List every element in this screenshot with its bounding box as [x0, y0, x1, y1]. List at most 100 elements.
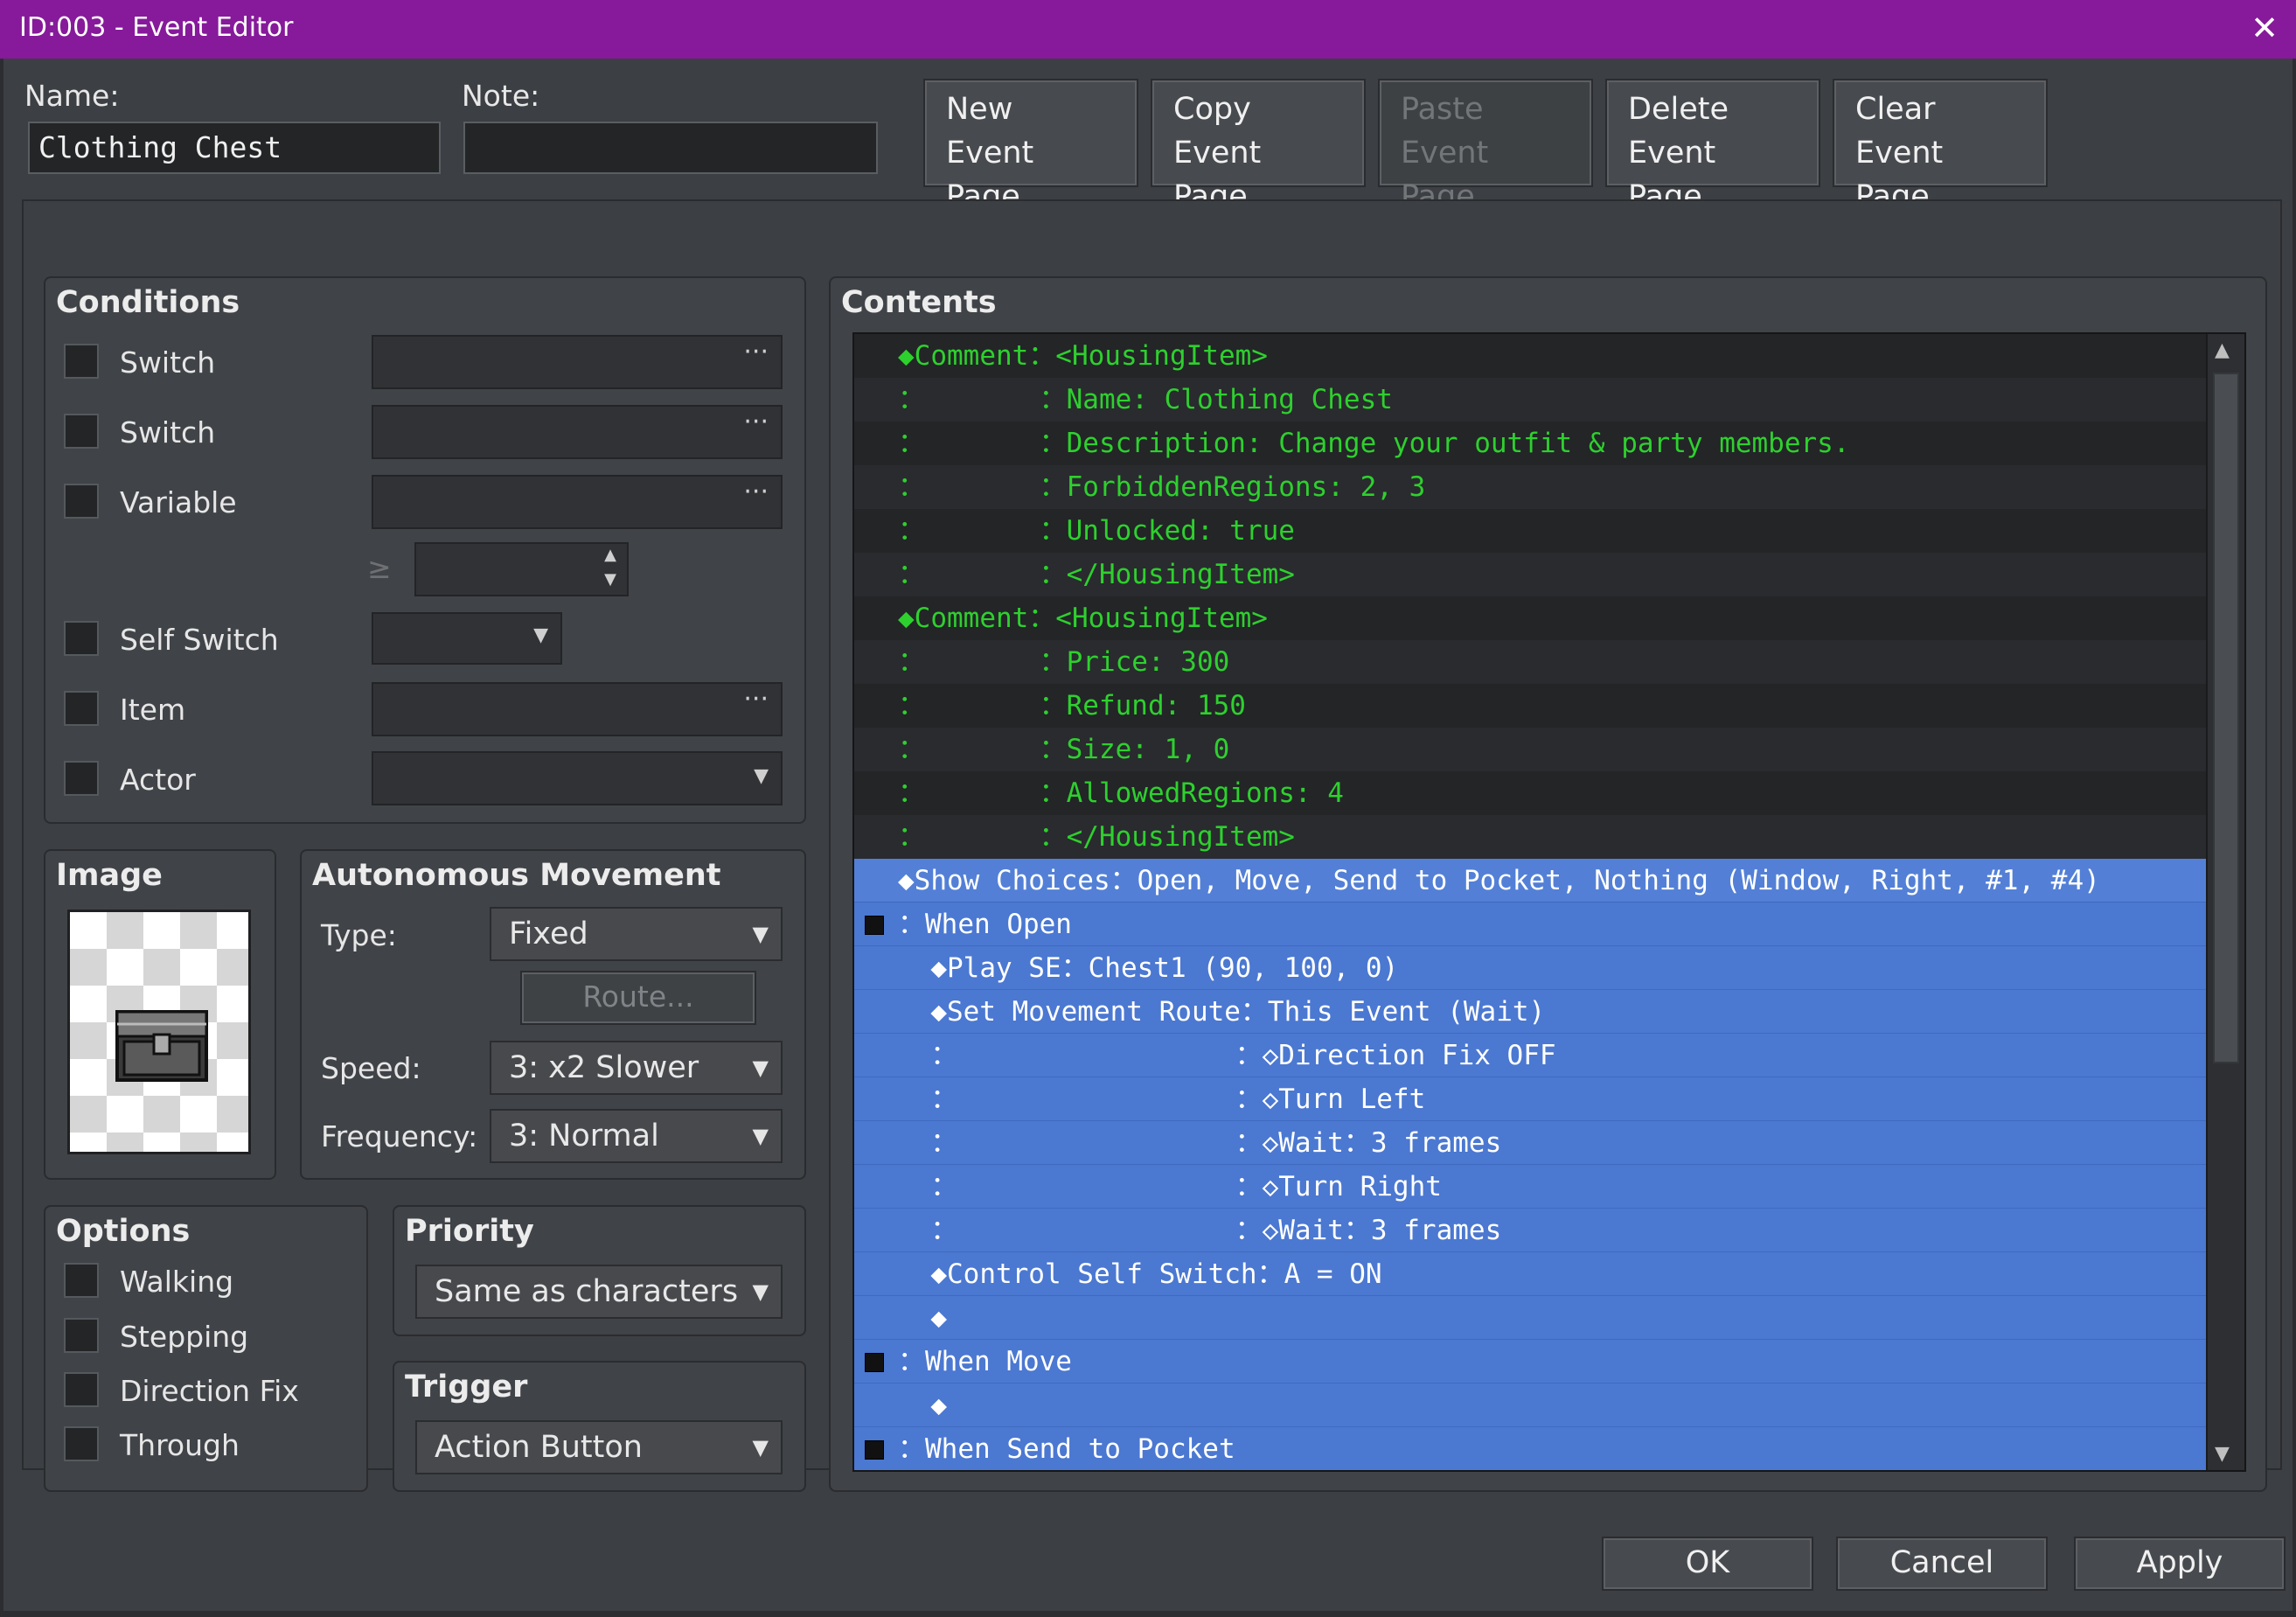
- list-item[interactable]: ： ：◇Wait：3 frames: [854, 1121, 2208, 1165]
- variable-picker[interactable]: ···: [372, 475, 783, 529]
- list-item[interactable]: ：When Move: [854, 1340, 2208, 1384]
- frequency-label: Frequency:: [321, 1119, 478, 1154]
- list-item[interactable]: ◆Control Self Switch：A = ON: [854, 1252, 2208, 1296]
- ellipsis-icon: ···: [743, 684, 769, 714]
- list-item[interactable]: ◆: [854, 1384, 2208, 1427]
- chevron-down-icon: ▼: [752, 922, 769, 946]
- button-line-1: Delete: [1628, 92, 1729, 127]
- switch1-label: Switch: [120, 345, 216, 380]
- route-button[interactable]: Route...: [520, 971, 756, 1025]
- contents-title: Contents: [841, 285, 997, 320]
- ok-button[interactable]: OK: [1602, 1537, 1813, 1591]
- switch1-picker[interactable]: ···: [372, 335, 783, 389]
- speed-dropdown[interactable]: 3: x2 Slower ▼: [490, 1041, 783, 1095]
- collapse-icon[interactable]: [865, 1353, 884, 1372]
- collapse-icon[interactable]: [865, 1440, 884, 1460]
- list-item[interactable]: ◆: [854, 1296, 2208, 1340]
- list-item[interactable]: ： ：ForbiddenRegions: 2, 3: [854, 465, 2208, 509]
- through-checkbox[interactable]: [64, 1426, 99, 1461]
- scroll-down-icon[interactable]: ▼: [2215, 1443, 2230, 1465]
- list-item[interactable]: ： ：</HousingItem>: [854, 553, 2208, 596]
- stepper-up-icon[interactable]: ▲: [604, 546, 616, 564]
- note-field[interactable]: [463, 122, 878, 174]
- priority-dropdown[interactable]: Same as characters ▼: [415, 1265, 783, 1319]
- chevron-down-icon: ▼: [752, 1435, 769, 1460]
- ellipsis-icon: ···: [743, 337, 769, 367]
- trigger-value: Action Button: [435, 1430, 643, 1465]
- stepper-down-icon[interactable]: ▼: [604, 570, 616, 589]
- list-item[interactable]: ◆Comment：<HousingItem>: [854, 596, 2208, 640]
- collapse-icon[interactable]: [865, 916, 884, 935]
- paste-event-page-button[interactable]: Paste Event Page: [1378, 79, 1593, 214]
- direction-fix-checkbox[interactable]: [64, 1372, 99, 1407]
- list-item[interactable]: ◆Play SE：Chest1 (90, 100, 0): [854, 946, 2208, 990]
- apply-button[interactable]: Apply: [2074, 1537, 2286, 1591]
- switch2-picker[interactable]: ···: [372, 405, 783, 459]
- chevron-down-icon: ▼: [754, 765, 769, 787]
- list-item[interactable]: ◆Set Movement Route：This Event (Wait): [854, 990, 2208, 1034]
- stepping-label: Stepping: [120, 1320, 249, 1354]
- list-item[interactable]: ： ：◇Direction Fix OFF: [854, 1034, 2208, 1077]
- variable-checkbox[interactable]: [64, 484, 99, 519]
- autonomous-title: Autonomous Movement: [312, 858, 721, 893]
- list-item[interactable]: ◆Show Choices：Open, Move, Send to Pocket…: [854, 859, 2208, 903]
- variable-value-stepper[interactable]: ▲ ▼: [414, 542, 629, 596]
- item-checkbox[interactable]: [64, 691, 99, 726]
- conditions-title: Conditions: [56, 285, 240, 320]
- list-item[interactable]: ： ：AllowedRegions: 4: [854, 771, 2208, 815]
- switch2-checkbox[interactable]: [64, 414, 99, 449]
- direction-fix-label: Direction Fix: [120, 1374, 299, 1408]
- list-item[interactable]: ： ：Description: Change your outfit & par…: [854, 422, 2208, 465]
- event-image-preview[interactable]: [67, 910, 251, 1154]
- movement-type-dropdown[interactable]: Fixed ▼: [490, 907, 783, 961]
- window-title: ID:003 - Event Editor: [19, 12, 294, 43]
- close-icon[interactable]: ✕: [2251, 9, 2279, 47]
- self-switch-checkbox[interactable]: [64, 621, 99, 656]
- name-label: Name:: [24, 79, 120, 113]
- list-item[interactable]: ◆Comment：<HousingItem>: [854, 334, 2208, 378]
- new-event-page-button[interactable]: New Event Page: [923, 79, 1138, 214]
- ellipsis-icon: ···: [743, 407, 769, 437]
- copy-event-page-button[interactable]: Copy Event Page: [1151, 79, 1366, 214]
- type-label: Type:: [321, 918, 397, 952]
- list-item[interactable]: ： ：</HousingItem>: [854, 815, 2208, 859]
- actor-dropdown[interactable]: ▼: [372, 751, 783, 805]
- list-item[interactable]: ： ：Name: Clothing Chest: [854, 378, 2208, 422]
- list-item[interactable]: ： ：Size: 1, 0: [854, 728, 2208, 771]
- list-item[interactable]: ：When Send to Pocket: [854, 1427, 2208, 1470]
- switch2-label: Switch: [120, 415, 216, 450]
- item-label: Item: [120, 693, 186, 727]
- list-item[interactable]: ： ：◇Turn Right: [854, 1165, 2208, 1209]
- name-field[interactable]: Clothing Chest: [28, 122, 441, 174]
- scroll-up-icon[interactable]: ▲: [2215, 339, 2230, 361]
- actor-checkbox[interactable]: [64, 761, 99, 796]
- list-item[interactable]: ：When Open: [854, 903, 2208, 946]
- vertical-scrollbar[interactable]: ▲ ▼: [2206, 334, 2244, 1470]
- list-item[interactable]: ： ：Unlocked: true: [854, 509, 2208, 553]
- ellipsis-icon: ···: [743, 477, 769, 507]
- scrollbar-thumb[interactable]: [2213, 373, 2239, 1063]
- delete-event-page-button[interactable]: Delete Event Page: [1605, 79, 1820, 214]
- priority-value: Same as characters: [435, 1274, 739, 1309]
- self-switch-dropdown[interactable]: ▼: [372, 612, 562, 665]
- clear-event-page-button[interactable]: Clear Event Page: [1833, 79, 2048, 214]
- cancel-button[interactable]: Cancel: [1836, 1537, 2048, 1591]
- options-title: Options: [56, 1214, 191, 1249]
- switch1-checkbox[interactable]: [64, 344, 99, 379]
- frequency-dropdown[interactable]: 3: Normal ▼: [490, 1109, 783, 1163]
- variable-label: Variable: [120, 485, 237, 519]
- list-item[interactable]: ： ：◇Wait：3 frames: [854, 1209, 2208, 1252]
- image-title: Image: [56, 858, 163, 893]
- list-item[interactable]: ： ：◇Turn Left: [854, 1077, 2208, 1121]
- stepping-checkbox[interactable]: [64, 1318, 99, 1353]
- item-picker[interactable]: ···: [372, 682, 783, 736]
- contents-list[interactable]: ◆Comment：<HousingItem> ： ：Name: Clothing…: [852, 332, 2246, 1472]
- walking-checkbox[interactable]: [64, 1263, 99, 1298]
- speed-label: Speed:: [321, 1051, 421, 1085]
- list-item[interactable]: ： ：Price: 300: [854, 640, 2208, 684]
- button-line-1: Copy: [1173, 92, 1251, 127]
- chevron-down-icon: ▼: [752, 1124, 769, 1148]
- trigger-dropdown[interactable]: Action Button ▼: [415, 1420, 783, 1474]
- list-item[interactable]: ： ：Refund: 150: [854, 684, 2208, 728]
- chevron-down-icon: ▼: [533, 624, 548, 646]
